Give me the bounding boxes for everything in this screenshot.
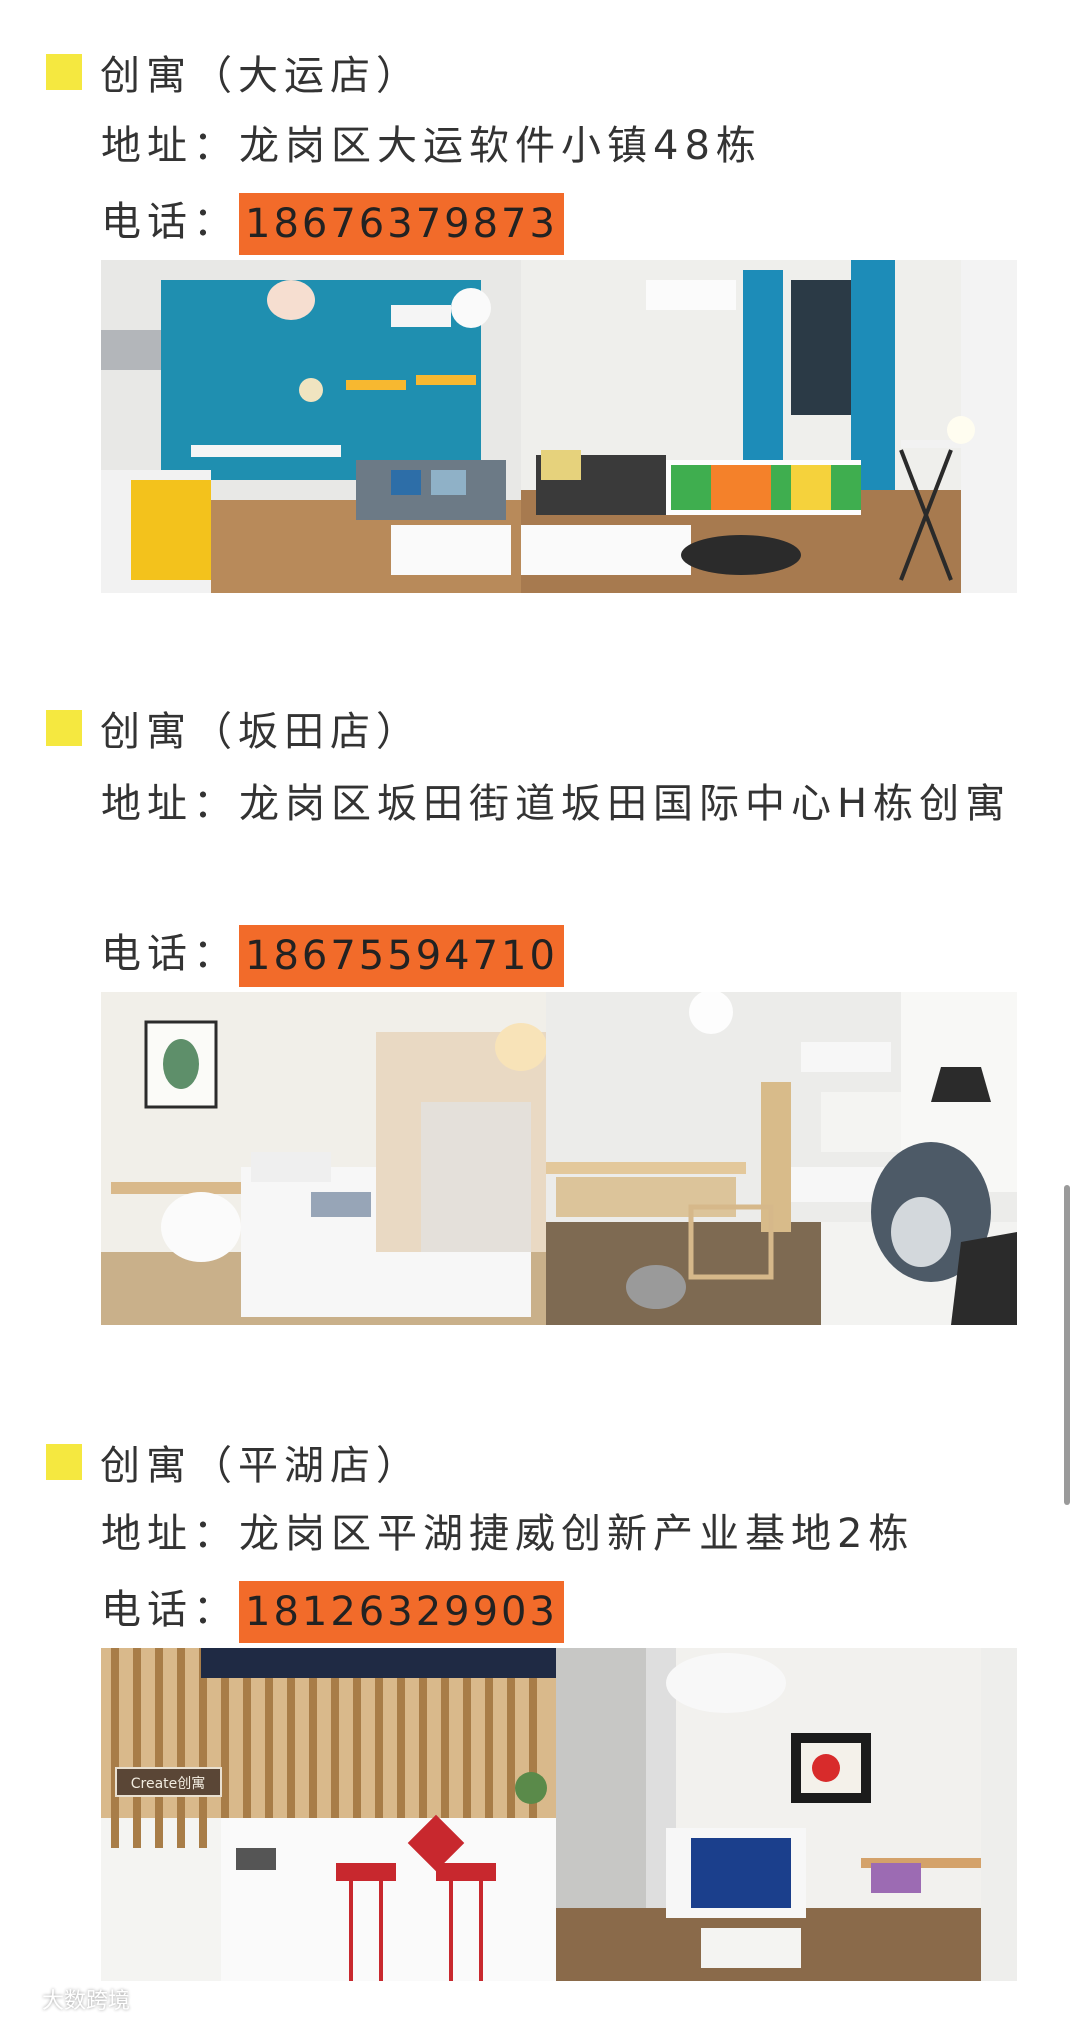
store-title: 创寓（平湖店） <box>46 1432 422 1492</box>
store-title: 创寓（大运店） <box>46 42 422 102</box>
bullet-square-icon <box>46 1444 82 1480</box>
store-name: 创寓（坂田店） <box>100 709 422 755</box>
address-label: 地址： <box>101 1511 239 1557</box>
address-value: 龙岗区大运软件小镇48栋 <box>239 123 762 169</box>
phone-label: 电话： <box>101 1587 239 1633</box>
address-line: 地址：龙岗区坂田街道坂田国际中心H栋创寓 <box>101 758 1031 850</box>
phone-label: 电话： <box>101 199 239 245</box>
address-value: 龙岗区平湖捷威创新产业基地2栋 <box>239 1511 915 1557</box>
watermark: 大数跨境 <box>8 1984 130 2014</box>
phone-label: 电话： <box>101 931 239 977</box>
bullet-square-icon <box>46 54 82 90</box>
phone-line: 电话： 18676379873 <box>101 192 564 255</box>
phone-number[interactable]: 18126329903 <box>239 1581 564 1643</box>
phone-number[interactable]: 18676379873 <box>239 193 564 255</box>
create-sign: Create创寓 <box>131 1775 206 1792</box>
scrollbar[interactable] <box>1064 1185 1070 1505</box>
store-title: 创寓（坂田店） <box>46 698 422 758</box>
address-line: 地址：龙岗区大运软件小镇48栋 <box>101 116 762 176</box>
room-photo: Create创寓 <box>101 1648 1017 1981</box>
address-value: 龙岗区坂田街道坂田国际中心H栋创寓 <box>239 781 1012 827</box>
address-label: 地址： <box>101 781 239 827</box>
phone-number[interactable]: 18675594710 <box>239 925 564 987</box>
bullet-square-icon <box>46 710 82 746</box>
store-name: 创寓（平湖店） <box>100 1443 422 1489</box>
address-line: 地址：龙岗区平湖捷威创新产业基地2栋 <box>101 1504 914 1564</box>
room-photo <box>101 260 1017 593</box>
store-name: 创寓（大运店） <box>100 53 422 99</box>
watermark-text: 大数跨境 <box>42 1989 131 2014</box>
address-label: 地址： <box>101 123 239 169</box>
room-photo <box>101 992 1017 1325</box>
phone-line: 电话： 18675594710 <box>101 924 564 987</box>
watermark-logo-icon <box>9 1992 35 2006</box>
phone-line: 电话： 18126329903 <box>101 1580 564 1643</box>
